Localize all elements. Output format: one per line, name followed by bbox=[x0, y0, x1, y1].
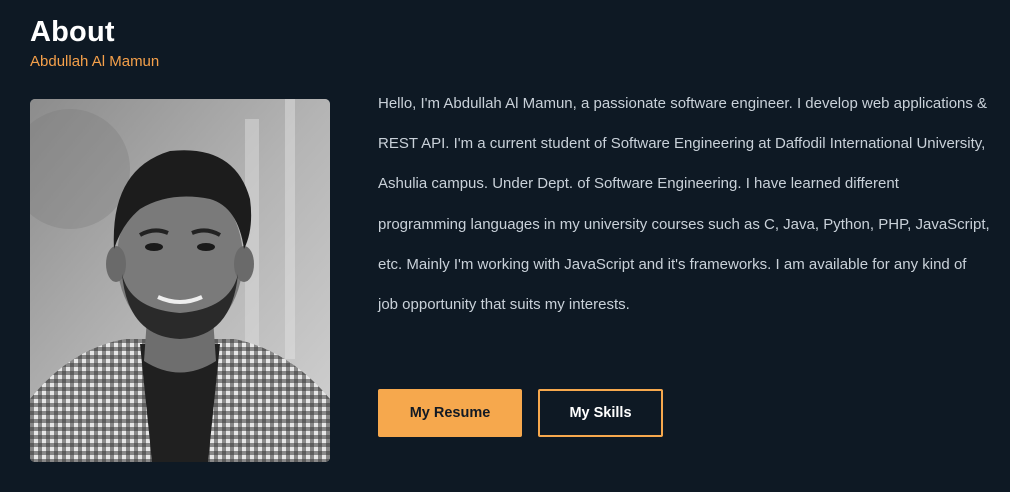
profile-photo bbox=[30, 99, 330, 462]
bio-paragraph: Hello, I'm Abdullah Al Mamun, a passiona… bbox=[378, 95, 990, 314]
my-skills-button[interactable]: My Skills bbox=[538, 389, 663, 437]
about-section: About Abdullah Al Mamun Hello, I'm Abdul… bbox=[0, 0, 1010, 492]
author-name: Abdullah Al Mamun bbox=[30, 53, 160, 70]
my-resume-button[interactable]: My Resume bbox=[378, 389, 522, 437]
section-title: About bbox=[30, 16, 115, 48]
